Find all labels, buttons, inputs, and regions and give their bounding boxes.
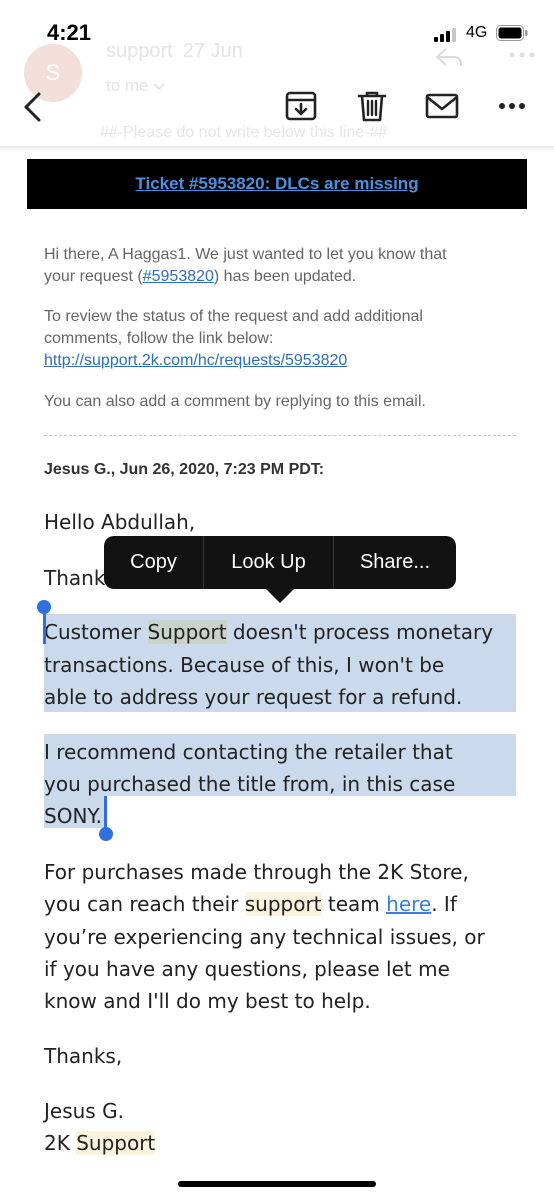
network-label: 4G (466, 24, 488, 41)
review-paragraph: To review the status of the request and … (44, 306, 524, 372)
p3-text-a: you can reach their (44, 892, 245, 916)
request-number-link[interactable]: #5953820 (143, 268, 214, 285)
paragraph-3-line-4: if you have any questions, please let me (44, 957, 450, 981)
battery-icon (496, 25, 528, 41)
support-keyword-3: Support (76, 1131, 156, 1155)
intro-paragraph: Hi there, A Haggas1. We just wanted to l… (44, 244, 524, 288)
dashed-divider (44, 435, 516, 436)
p3-text-c: . If (431, 892, 457, 916)
signature-name: Jesus G. (44, 1099, 124, 1123)
status-time: 4:21 (47, 20, 92, 45)
paragraph-1-line-3: able to address your request for a refun… (44, 685, 463, 709)
reply-note: You can also add a comment by replying t… (44, 393, 426, 410)
p3-text-b: team (321, 892, 387, 916)
home-indicator[interactable] (178, 1181, 376, 1187)
signal-icon (434, 26, 462, 42)
selection-start-bar (43, 610, 46, 644)
more-icon[interactable] (498, 100, 526, 112)
selection-end-bar (104, 796, 107, 830)
email-toolbar (0, 76, 554, 138)
closing: Thanks, (44, 1044, 123, 1068)
ticket-banner: Ticket #5953820: DLCs are missing (27, 159, 527, 209)
toolbar-shadow (0, 146, 554, 152)
paragraph-1-line-2: transactions. Because of this, I won't b… (44, 653, 445, 677)
paragraph-2-line-1: I recommend contacting the retailer that (44, 740, 453, 764)
paragraph-3-line-5: know and I'll do my best to help. (44, 989, 371, 1013)
trash-icon[interactable] (355, 90, 389, 122)
intro-line-2-suffix: ) has been updated. (213, 268, 357, 285)
archive-icon[interactable] (284, 90, 318, 122)
copy-menu-item[interactable]: Copy (104, 536, 203, 589)
sig-team-text: 2K (44, 1131, 77, 1155)
thanks-partial: Thank (44, 566, 106, 590)
paragraph-2-line-2: you purchased the title from, in this ca… (44, 772, 456, 796)
share-menu-item[interactable]: Share... (334, 536, 456, 589)
look-up-menu-item[interactable]: Look Up (204, 536, 333, 589)
intro-line-2-prefix: your request ( (44, 268, 143, 285)
paragraph-3-line-3: you’re experiencing any technical issues… (44, 925, 485, 949)
intro-line-1: Hi there, A Haggas1. We just wanted to l… (44, 246, 447, 263)
ticket-title-link[interactable]: Ticket #5953820: DLCs are missing (135, 174, 418, 193)
review-line-2: comments, follow the link below: (44, 330, 274, 347)
paragraph-1-line-1: Customer Support doesn't process monetar… (44, 620, 493, 644)
support-keyword: Support (147, 620, 227, 644)
menu-pointer (266, 589, 294, 603)
selection-end-handle[interactable] (99, 827, 113, 841)
p1-text-a: Customer (44, 620, 148, 644)
chevron-left-icon[interactable] (22, 92, 44, 122)
review-line-1: To review the status of the request and … (44, 308, 423, 325)
signature-team: 2K Support (44, 1131, 156, 1155)
envelope-icon[interactable] (424, 90, 460, 122)
greeting: Hello Abdullah, (44, 510, 196, 534)
comment-author-line: Jesus G., Jun 26, 2020, 7:23 PM PDT: (44, 461, 325, 478)
paragraph-3-line-2: you can reach their support team here. I… (44, 892, 457, 916)
support-keyword-2: support (244, 892, 322, 916)
here-link[interactable]: here (386, 892, 431, 916)
request-url-link[interactable]: http://support.2k.com/hc/requests/595382… (44, 352, 347, 369)
p1-text-b: doesn't process monetary (226, 620, 494, 644)
paragraph-2-line-3: SONY. (44, 804, 102, 828)
paragraph-3-line-1: For purchases made through the 2K Store, (44, 860, 469, 884)
status-bar: 4:21 4G (0, 0, 554, 60)
text-selection-menu: Copy Look Up Share... (104, 536, 456, 589)
